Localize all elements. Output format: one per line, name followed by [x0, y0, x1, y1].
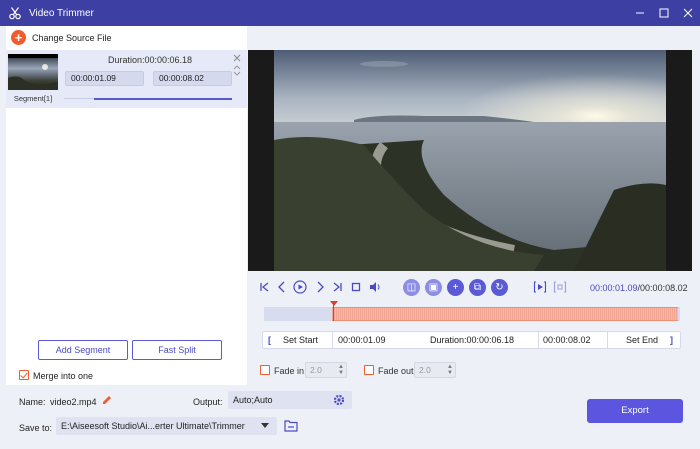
segment-label: Segment[1] [13, 94, 53, 103]
fade-in-input[interactable]: 2.0 ▲ ▼ [305, 362, 347, 378]
folder-icon[interactable] [284, 419, 298, 432]
play-outside-icon[interactable] [553, 280, 567, 294]
video-frame [274, 50, 666, 271]
segment-slider[interactable] [64, 97, 232, 100]
set-end-button[interactable]: Set End [626, 335, 658, 345]
move-up-icon[interactable] [233, 64, 241, 70]
change-source-label: Change Source File [32, 32, 112, 43]
fade-out-input[interactable]: 2.0 ▲ ▼ [414, 362, 456, 378]
trim-duration: Duration:00:00:06.18 [430, 335, 515, 345]
minimize-button[interactable] [628, 0, 652, 26]
chevron-down-icon[interactable] [261, 423, 269, 429]
maximize-icon [659, 8, 669, 18]
copy-button[interactable]: ⧉ [469, 279, 486, 296]
name-value: video2.mp4 [50, 397, 97, 407]
divider [607, 332, 608, 348]
scissors-icon [9, 7, 21, 20]
go-to-start-icon[interactable] [258, 280, 272, 294]
segment-duration: Duration:00:00:06.18 [107, 55, 193, 65]
playhead[interactable] [329, 301, 338, 321]
end-bracket-icon: ] [670, 335, 673, 345]
stop-icon[interactable] [349, 280, 363, 294]
fade-out-value: 2.0 [419, 365, 431, 375]
timeline-selection[interactable] [332, 307, 678, 321]
change-source-file-button[interactable]: + Change Source File [11, 30, 112, 45]
segment-start-time[interactable]: 00:00:01.09 [65, 71, 144, 86]
add-button[interactable]: + [447, 279, 464, 296]
segment-thumbnail [8, 54, 58, 90]
move-down-icon[interactable] [233, 71, 241, 77]
fade-in-spinner-icon[interactable]: ▲ ▼ [338, 364, 344, 376]
merge-checkbox[interactable] [19, 370, 29, 380]
name-label: Name: [19, 397, 46, 407]
crop-button[interactable]: ◫ [403, 279, 420, 296]
export-button[interactable]: Export [587, 399, 683, 423]
fade-in-label: Fade in [274, 366, 305, 376]
go-to-end-icon[interactable] [330, 280, 344, 294]
video-preview[interactable] [248, 50, 692, 271]
close-button[interactable] [676, 0, 700, 26]
snapshot-icon: ▣ [428, 282, 439, 293]
current-time: 00:00:01.09 [590, 283, 638, 293]
divider [332, 332, 333, 348]
merge-label: Merge into one [33, 371, 94, 381]
segment-end-time[interactable]: 00:00:08.02 [153, 71, 232, 86]
previous-frame-icon[interactable] [275, 280, 289, 294]
plus-icon: + [452, 282, 459, 293]
segment-item[interactable]: Segment[1] Duration:00:00:06.18 00:00:01… [6, 50, 247, 108]
divider [538, 332, 539, 348]
trim-end-time[interactable]: 00:00:08.02 [543, 335, 591, 345]
save-path-select[interactable]: E:\Aiseesoft Studio\Ai...erter Ultimate\… [56, 417, 277, 435]
reset-button[interactable]: ↻ [491, 279, 508, 296]
time-display: 00:00:01.09/00:00:08.02 [590, 283, 688, 293]
save-path-value: E:\Aiseesoft Studio\Ai...erter Ultimate\… [61, 421, 245, 431]
fade-out-checkbox[interactable] [364, 365, 374, 375]
minimize-icon [636, 12, 644, 14]
delete-segment-icon[interactable] [233, 54, 241, 62]
play-icon[interactable] [293, 280, 307, 294]
title-bar: Video Trimmer [0, 0, 700, 26]
trim-start-time[interactable]: 00:00:01.09 [338, 335, 386, 345]
edit-name-icon[interactable] [102, 395, 112, 405]
output-label: Output: [193, 397, 223, 407]
start-bracket-icon: [ [268, 335, 271, 345]
copy-icon: ⧉ [473, 282, 482, 293]
plus-icon: + [11, 30, 26, 45]
crop-icon: ◫ [406, 282, 417, 293]
add-segment-button[interactable]: Add Segment [38, 340, 128, 360]
timeline-bar[interactable] [264, 307, 680, 321]
next-frame-icon[interactable] [313, 280, 327, 294]
output-value: Auto;Auto [233, 395, 273, 405]
reset-icon: ↻ [495, 282, 504, 293]
fade-out-spinner-icon[interactable]: ▲ ▼ [447, 364, 453, 376]
gear-icon[interactable] [333, 394, 345, 406]
volume-icon[interactable] [368, 280, 382, 294]
fast-split-button[interactable]: Fast Split [132, 340, 222, 360]
fade-in-value: 2.0 [310, 365, 322, 375]
close-icon [683, 8, 693, 18]
window-title: Video Trimmer [29, 7, 94, 19]
play-segment-icon[interactable] [533, 280, 547, 294]
total-time: /00:00:08.02 [637, 283, 688, 293]
snapshot-button[interactable]: ▣ [425, 279, 442, 296]
fade-out-label: Fade out [378, 366, 414, 376]
maximize-button[interactable] [652, 0, 676, 26]
set-start-button[interactable]: Set Start [283, 335, 318, 345]
save-to-label: Save to: [19, 423, 53, 433]
fade-in-checkbox[interactable] [260, 365, 270, 375]
